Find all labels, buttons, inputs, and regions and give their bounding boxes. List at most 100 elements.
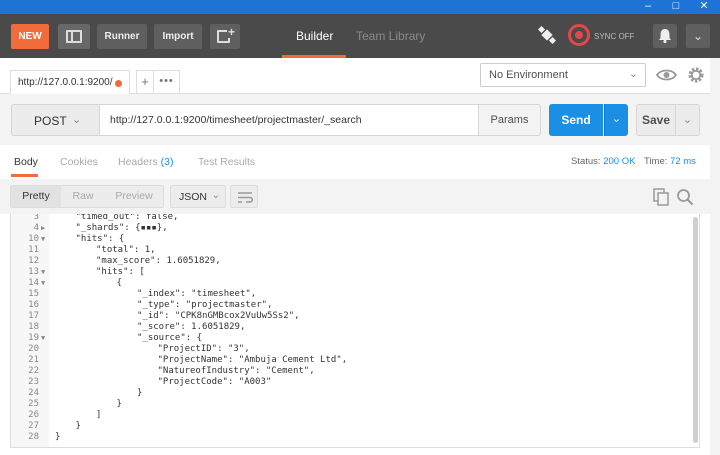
line-number: 23 xyxy=(28,377,39,387)
code-text: "_index": "timesheet", xyxy=(137,289,257,299)
headers-count-badge: (3) xyxy=(160,156,174,168)
fold-expand-icon[interactable]: ▶ xyxy=(41,223,45,234)
bell-icon xyxy=(659,29,671,44)
chevron-down-icon: ⌄ xyxy=(72,114,82,126)
code-text: "_score": 1.6051829, xyxy=(137,322,246,332)
notifications-button[interactable] xyxy=(653,24,677,48)
eye-icon[interactable] xyxy=(654,64,679,86)
params-button[interactable]: Params xyxy=(479,104,541,136)
chevron-down-icon: ⌄ xyxy=(611,113,622,125)
code-text: "ProjectCode": "A003" xyxy=(157,377,272,387)
format-select[interactable]: JSON ⌄ xyxy=(170,185,226,208)
save-button[interactable]: Save xyxy=(636,104,676,136)
code-text: "hits": { xyxy=(75,234,125,244)
time-readout: Time: 72 ms xyxy=(644,156,696,167)
environment-select[interactable]: No Environment ⌄ xyxy=(480,63,646,87)
line-number: 26 xyxy=(28,410,39,420)
request-tab-label: http://127.0.0.1:9200/ xyxy=(18,77,113,88)
code-line: 12 "max_score": 1.6051829, xyxy=(11,256,687,267)
code-text: { xyxy=(116,278,122,288)
code-text: "_source": { xyxy=(137,333,203,343)
code-line: 28} xyxy=(11,432,687,443)
import-button[interactable]: Import xyxy=(154,24,202,49)
code-text: "timed_out": false, xyxy=(75,214,179,222)
code-line: 21 "ProjectName": "Ambuja Cement Ltd", xyxy=(11,355,687,366)
close-icon[interactable]: ✕ xyxy=(690,0,718,14)
fold-collapse-icon[interactable]: ▼ xyxy=(41,234,45,245)
runner-button[interactable]: Runner xyxy=(97,24,147,49)
code-text: "hits": [ xyxy=(96,267,145,277)
tab-team-library[interactable]: Team Library xyxy=(356,29,425,43)
fold-collapse-icon[interactable]: ▼ xyxy=(41,267,45,278)
active-tab-indicator xyxy=(11,174,38,177)
code-text: "total": 1, xyxy=(96,245,156,255)
code-line: 13 ▼ "hits": [ xyxy=(11,267,687,278)
code-line: 16 "_type": "projectmaster", xyxy=(11,300,687,311)
response-body-viewer[interactable]: 3 "timed_out": false, 4 ▶ "_shards": {▪▪▪}, 1… xyxy=(10,214,700,448)
response-toolbar: Pretty Raw Preview JSON ⌄ xyxy=(0,179,720,214)
line-number: 3 xyxy=(33,214,39,222)
pretty-button[interactable]: Pretty xyxy=(11,186,61,207)
code-line: 18 "_score": 1.6051829, xyxy=(11,322,687,333)
code-line: 23 "ProjectCode": "A003" xyxy=(11,377,687,388)
fold-collapse-icon[interactable]: ▼ xyxy=(41,333,45,344)
line-number: 17 xyxy=(28,311,39,321)
sync-status-icon[interactable] xyxy=(568,24,590,46)
gear-icon[interactable] xyxy=(684,64,708,86)
fold-collapse-icon[interactable]: ▼ xyxy=(41,278,45,289)
maximize-icon[interactable]: □ xyxy=(662,0,690,14)
more-tabs-button[interactable]: ••• xyxy=(154,70,180,94)
toggle-sidebar-button[interactable] xyxy=(58,24,90,49)
send-options-button[interactable]: ⌄ xyxy=(604,104,628,136)
window-edge xyxy=(710,58,720,455)
copy-icon[interactable] xyxy=(653,188,669,206)
tab-builder[interactable]: Builder xyxy=(296,29,333,43)
preview-button[interactable]: Preview xyxy=(105,186,163,207)
code-line: 22 "NatureofIndustry": "Cement", xyxy=(11,366,687,377)
tab-test-results[interactable]: Test Results xyxy=(198,156,255,168)
add-tab-button[interactable]: + xyxy=(136,70,154,94)
code-text: "ProjectName": "Ambuja Cement Ltd", xyxy=(157,355,348,365)
line-number: 4 xyxy=(33,223,39,233)
status-label: Status: xyxy=(571,156,601,167)
code-line: 4 ▶ "_shards": {▪▪▪}, xyxy=(11,223,687,234)
code-line: 15 "_index": "timesheet", xyxy=(11,289,687,300)
code-line: 14 ▼ { xyxy=(11,278,687,289)
wrap-lines-button[interactable] xyxy=(230,185,258,208)
code-text: ] xyxy=(96,410,102,420)
request-tab[interactable]: http://127.0.0.1:9200/ xyxy=(10,70,130,94)
save-options-button[interactable]: ⌄ xyxy=(676,104,700,136)
http-method-select[interactable]: POST ⌄ xyxy=(11,104,99,136)
line-number: 20 xyxy=(28,344,39,354)
line-number: 15 xyxy=(28,289,39,299)
line-number: 11 xyxy=(28,245,39,255)
send-button[interactable]: Send xyxy=(549,104,603,136)
code-text: } xyxy=(137,388,143,398)
tab-headers[interactable]: Headers (3) xyxy=(118,156,173,168)
code-line: 27} xyxy=(11,421,687,432)
line-number: 22 xyxy=(28,366,39,376)
raw-button[interactable]: Raw xyxy=(61,186,105,207)
line-number: 28 xyxy=(28,432,39,442)
line-number: 12 xyxy=(28,256,39,266)
scrollbar-thumb[interactable] xyxy=(693,217,698,443)
interceptor-satellite-icon[interactable] xyxy=(538,26,556,44)
minimize-icon[interactable]: – xyxy=(634,0,662,14)
tab-body[interactable]: Body xyxy=(14,156,38,168)
code-text: } xyxy=(55,432,61,442)
tab-cookies[interactable]: Cookies xyxy=(60,156,98,168)
line-number: 19 xyxy=(28,333,39,343)
settings-dropdown-button[interactable]: ⌄ xyxy=(686,24,710,48)
time-value: 72 ms xyxy=(670,156,696,167)
code-line: 26] xyxy=(11,410,687,421)
code-text: "_shards": {▪▪▪}, xyxy=(75,223,168,233)
response-tabs: Body Cookies Headers (3) Test Results St… xyxy=(0,145,720,179)
line-number: 16 xyxy=(28,300,39,310)
window-title-bar: – □ ✕ xyxy=(0,0,720,14)
new-button[interactable]: NEW xyxy=(11,24,49,49)
search-icon[interactable] xyxy=(676,188,694,206)
code-text: } xyxy=(75,421,81,431)
new-window-button[interactable]: + xyxy=(210,24,240,49)
view-mode-group: Pretty Raw Preview xyxy=(10,185,164,208)
url-input[interactable]: http://127.0.0.1:9200/timesheet/projectm… xyxy=(99,104,479,136)
